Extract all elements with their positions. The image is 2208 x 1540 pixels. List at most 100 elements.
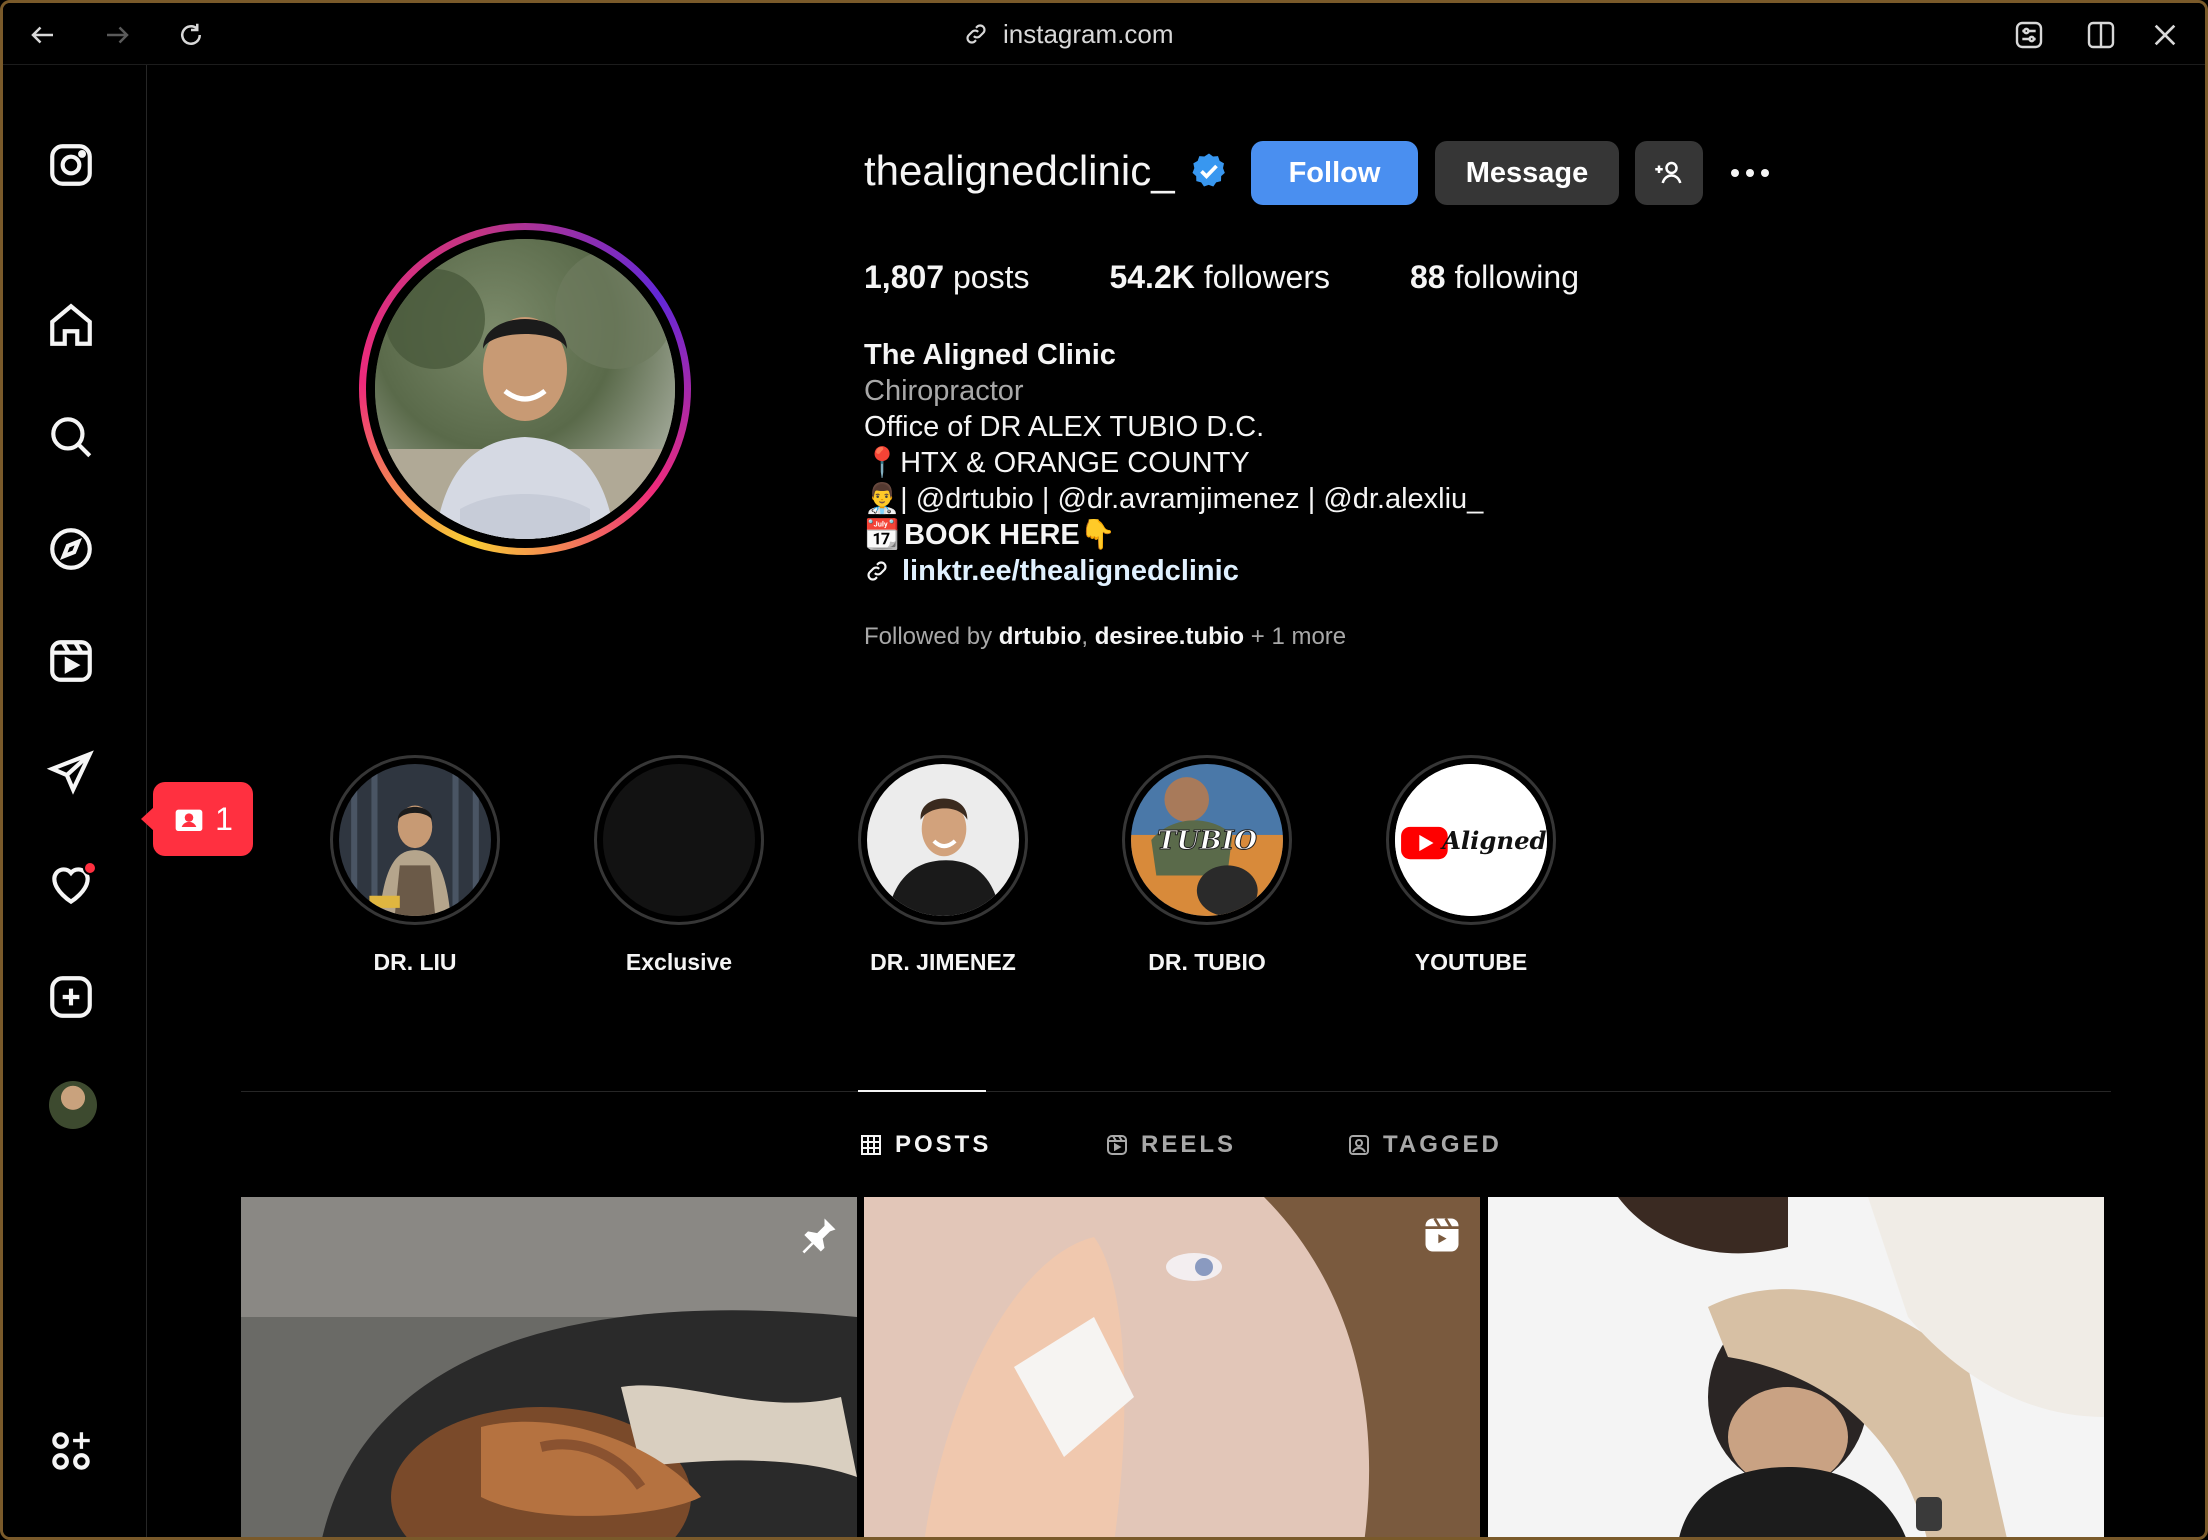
back-button[interactable] <box>23 15 63 55</box>
book-here-text: BOOK HERE👇 <box>904 519 1116 551</box>
browser-window: instagram.com 1 thealignedclinic_ Follow… <box>0 0 2208 1540</box>
profile-username: thealignedclinic_ <box>864 147 1229 195</box>
profile-stats: 1,807 posts 54.2K followers 88 following <box>864 259 1579 296</box>
new-followers-badge[interactable]: 1 <box>141 782 253 856</box>
follow-button[interactable]: Follow <box>1251 141 1418 205</box>
tagged-icon <box>1349 1135 1369 1155</box>
bio-link-row[interactable]: linktr.ee/thealignedclinic <box>864 553 1483 589</box>
post-image <box>864 1197 1480 1537</box>
highlight-label: DR. TUBIO <box>1148 949 1266 975</box>
highlight-overlay-text: TUBIO <box>1157 825 1257 856</box>
highlight-cover <box>867 764 1019 916</box>
highlight-cover <box>603 764 755 916</box>
add-user-icon <box>1655 161 1682 184</box>
ellipsis-icon <box>1731 169 1769 177</box>
person-card-icon <box>175 809 203 831</box>
reel-icon <box>1425 1217 1459 1252</box>
bio-category: Chiropractor <box>864 375 1024 407</box>
bio-line-booking: 📆 BOOK HERE👇 <box>864 517 1483 553</box>
highlight-exclusive[interactable]: Exclusive <box>589 755 769 976</box>
more-button[interactable] <box>43 1423 99 1479</box>
profile-bio: The Aligned Clinic Chiropractor Office o… <box>864 337 1483 589</box>
tab-posts[interactable]: POSTS <box>859 1131 991 1159</box>
tabs-divider <box>241 1091 2111 1092</box>
split-view-button[interactable] <box>2081 15 2121 55</box>
profile-avatar-button[interactable] <box>49 1081 97 1129</box>
link-icon <box>966 24 986 44</box>
messages-button[interactable] <box>43 745 99 801</box>
split-view-icon <box>2087 21 2115 49</box>
url-text: instagram.com <box>1003 18 1174 49</box>
arrow-left-icon <box>31 26 53 44</box>
notification-dot <box>83 861 97 875</box>
post-image <box>1488 1197 2104 1537</box>
badge-count: 1 <box>215 800 233 837</box>
highlight-label: DR. LIU <box>373 949 457 975</box>
highlight-label: YOUTUBE <box>1414 949 1528 975</box>
verified-badge-icon <box>1192 153 1225 187</box>
profile-photo-illustration <box>375 239 675 539</box>
compass-icon <box>50 528 92 570</box>
followed-by[interactable]: Followed by drtubio, desiree.tubio + 1 m… <box>864 623 1346 651</box>
bio-name: The Aligned Clinic <box>864 339 1116 371</box>
browser-toolbar: instagram.com <box>3 3 2205 65</box>
search-icon <box>51 417 92 458</box>
send-icon <box>46 750 94 795</box>
highlight-youtube[interactable]: Aligned YOUTUBE <box>1381 755 1561 976</box>
tab-tagged[interactable]: TAGGED <box>1347 1131 1502 1159</box>
more-options-button[interactable] <box>1725 141 1775 205</box>
highlight-overlay-text: Aligned <box>1440 826 1546 855</box>
highlight-dr-liu[interactable]: DR. LIU <box>325 755 505 976</box>
bio-line-office: Office of DR ALEX TUBIO D.C. <box>864 411 1265 443</box>
address-bar[interactable]: instagram.com <box>963 17 1174 51</box>
post-tile[interactable] <box>1488 1197 2104 1537</box>
sidebar <box>3 65 147 1537</box>
reload-button[interactable] <box>171 15 211 55</box>
active-tab-indicator <box>858 1090 986 1092</box>
bio-link[interactable]: linktr.ee/thealignedclinic <box>902 553 1239 589</box>
instagram-icon <box>50 144 92 186</box>
close-button[interactable] <box>2145 15 2185 55</box>
username-text: thealignedclinic_ <box>864 147 1175 194</box>
apps-icon <box>52 1432 90 1470</box>
highlight-cover: Aligned <box>1395 764 1547 916</box>
pin-icon <box>802 1218 836 1254</box>
profile-picture-story-ring[interactable] <box>359 223 691 555</box>
reels-icon <box>50 640 92 682</box>
sliders-icon <box>2015 21 2043 49</box>
posts-stat: 1,807 posts <box>864 259 1030 295</box>
grid-icon <box>861 1135 881 1155</box>
message-button[interactable]: Message <box>1435 141 1619 205</box>
post-image <box>241 1197 857 1537</box>
highlight-dr-jimenez[interactable]: DR. JIMENEZ <box>853 755 1033 976</box>
close-icon <box>2154 24 2176 46</box>
bio-line-doctors: 👨‍⚕️| @drtubio | @dr.avramjimenez | @dr.… <box>864 483 1484 515</box>
notifications-button[interactable] <box>43 857 99 913</box>
followed-by-user-2[interactable]: desiree.tubio <box>1095 623 1244 650</box>
reels-button[interactable] <box>43 633 99 689</box>
highlight-label: DR. JIMENEZ <box>870 949 1016 975</box>
reload-icon <box>181 23 201 45</box>
following-stat[interactable]: 88 following <box>1410 259 1579 296</box>
profile-picture <box>375 239 675 539</box>
forward-button[interactable] <box>97 15 137 55</box>
followers-stat[interactable]: 54.2K followers <box>1109 259 1330 296</box>
highlight-dr-tubio[interactable]: TUBIO DR. TUBIO <box>1117 755 1297 976</box>
plus-square-icon <box>50 976 92 1018</box>
highlight-label: Exclusive <box>625 949 733 975</box>
tab-reels[interactable]: REELS <box>1105 1131 1236 1159</box>
home-button[interactable] <box>43 297 99 353</box>
explore-button[interactable] <box>43 521 99 577</box>
reels-icon <box>1107 1135 1127 1155</box>
post-tile[interactable] <box>864 1197 1480 1537</box>
search-button[interactable] <box>43 409 99 465</box>
arrow-right-icon <box>107 26 129 44</box>
followed-by-user-1[interactable]: drtubio <box>999 623 1082 650</box>
post-tile[interactable] <box>241 1197 857 1537</box>
extensions-button[interactable] <box>2009 15 2049 55</box>
suggested-users-button[interactable] <box>1635 141 1703 205</box>
create-button[interactable] <box>43 969 99 1025</box>
highlight-cover: TUBIO <box>1131 764 1283 916</box>
instagram-logo-button[interactable] <box>43 137 99 193</box>
highlight-cover <box>339 764 491 916</box>
